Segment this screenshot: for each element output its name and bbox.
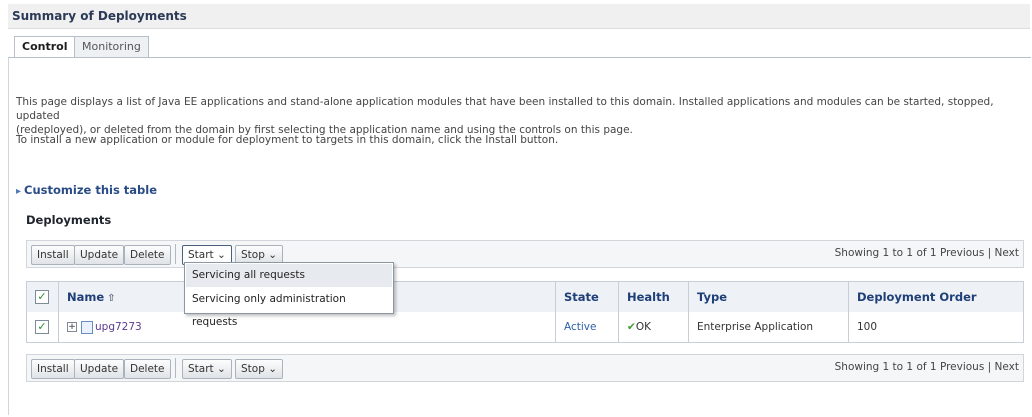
description-text: This page displays a list of Java EE app… <box>16 96 994 136</box>
state-link[interactable]: Active <box>564 321 596 333</box>
menu-item-servicing-all-requests[interactable]: Servicing all requests <box>186 264 392 287</box>
previous-link[interactable]: Previous <box>940 247 984 259</box>
deployments-toolbar-bottom: Install Update Delete Start ⌄ Stop ⌄ Sho… <box>26 354 1024 382</box>
table-row: ✓ + upg7273 Active ✔OK Enterprise Applic… <box>26 312 1024 343</box>
delete-button[interactable]: Delete <box>124 245 171 265</box>
table-header: ✓ Name ⇧ State Health Type Deployment Ord… <box>26 281 1024 313</box>
application-name-link[interactable]: upg7273 <box>95 321 142 333</box>
customize-table-link[interactable]: ▸ Customize this table <box>16 183 157 197</box>
stop-dropdown-button[interactable]: Stop ⌄ <box>235 359 284 379</box>
column-header-state[interactable]: State <box>556 282 619 312</box>
column-header-deployment-order[interactable]: Deployment Order <box>849 282 1023 312</box>
tab-control[interactable]: Control <box>14 36 76 58</box>
deployments-heading: Deployments <box>26 213 112 227</box>
next-link[interactable]: Next <box>995 247 1019 259</box>
deployments-toolbar-top: Install Update Delete Start ⌄ Stop ⌄ Sho… <box>26 240 1024 268</box>
chevron-down-icon: ⌄ <box>217 363 226 375</box>
row-select-cell: ✓ <box>27 312 59 342</box>
column-header-health[interactable]: Health <box>619 282 689 312</box>
tab-monitoring[interactable]: Monitoring <box>74 36 149 57</box>
select-all-cell: ✓ <box>27 282 59 312</box>
page-titlebar: Summary of Deployments <box>8 4 1030 29</box>
check-icon: ✔ <box>627 321 636 333</box>
disclosure-triangle-icon: ▸ <box>16 186 22 197</box>
row-checkbox[interactable]: ✓ <box>35 320 49 334</box>
install-button[interactable]: Install <box>31 359 75 379</box>
menu-item-servicing-admin-requests[interactable]: Servicing only administration requests <box>186 288 392 328</box>
chevron-down-icon: ⌄ <box>268 363 278 375</box>
install-button[interactable]: Install <box>31 245 75 265</box>
start-dropdown-button[interactable]: Start ⌄ <box>182 359 232 379</box>
start-dropdown-menu: Servicing all requests Servicing only ad… <box>184 262 394 328</box>
toolbar-separator <box>175 244 176 264</box>
chevron-down-icon: ⌄ <box>217 249 226 261</box>
install-hint-text: To install a new application or module f… <box>16 134 559 146</box>
plus-box-icon[interactable]: + <box>67 322 77 332</box>
pagination-status: Showing 1 to 1 of 1 Previous | Next <box>834 247 1019 259</box>
update-button[interactable]: Update <box>74 245 125 265</box>
chevron-down-icon: ⌄ <box>268 249 278 261</box>
application-icon <box>81 321 93 334</box>
row-state-cell: Active <box>556 312 619 342</box>
next-link[interactable]: Next <box>995 361 1019 373</box>
update-button[interactable]: Update <box>74 359 125 379</box>
column-header-type[interactable]: Type <box>689 282 849 312</box>
previous-link[interactable]: Previous <box>940 361 984 373</box>
delete-button[interactable]: Delete <box>124 359 171 379</box>
row-type-cell: Enterprise Application <box>689 312 849 342</box>
toolbar-separator <box>175 358 176 378</box>
row-name-cell: + upg7273 <box>59 312 556 342</box>
select-all-checkbox[interactable]: ✓ <box>35 290 49 304</box>
page-title: Summary of Deployments <box>12 9 187 23</box>
sort-triangle-icon: ⇧ <box>107 293 116 304</box>
row-order-cell: 100 <box>857 321 878 333</box>
row-health-cell: ✔OK <box>619 312 689 342</box>
pagination-status: Showing 1 to 1 of 1 Previous | Next <box>834 361 1019 373</box>
